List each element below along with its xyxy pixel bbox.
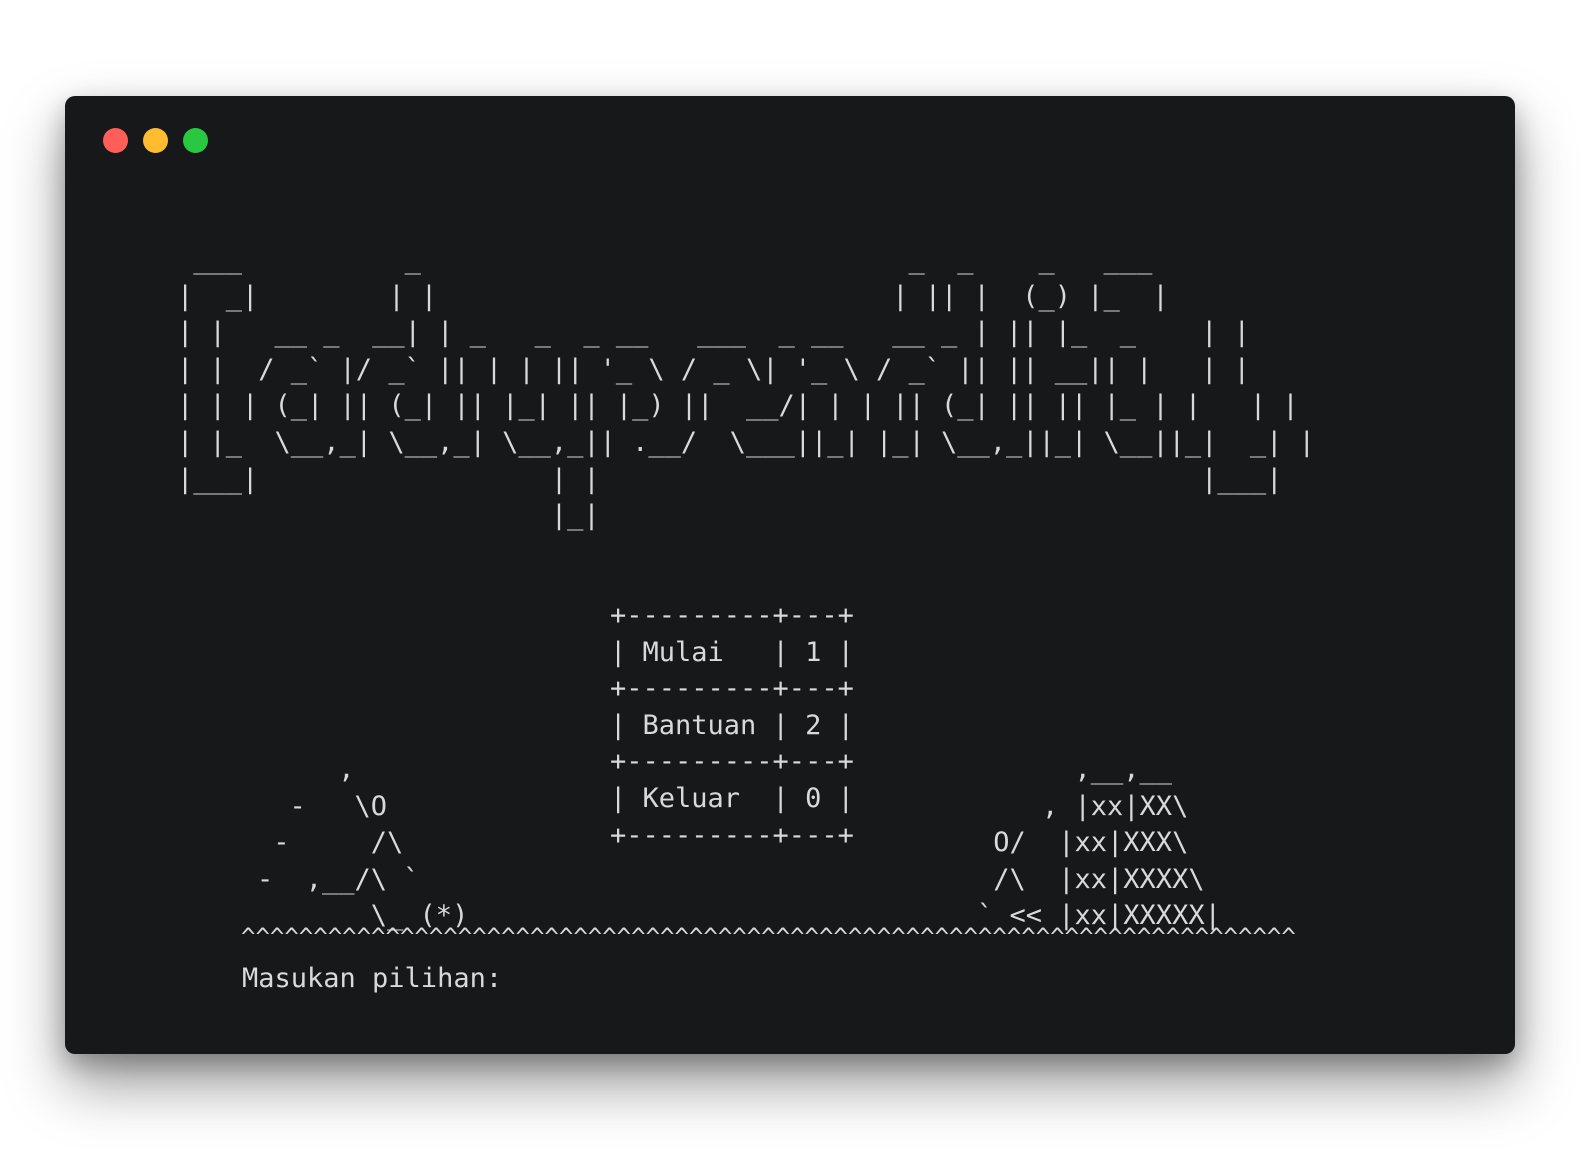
menu-border: +---------+---+	[610, 819, 854, 851]
prompt-row: Masukan pilihan:	[242, 961, 1119, 997]
terminal-window: ___ _ _ _ _ ___ | _| | | | || | (_) |_ |…	[65, 96, 1515, 1054]
snow-ridge-ascii-art: ^^^^^^^^^^^^^^^^^^^^^^^^^^^^^^^^^^^^^^^^…	[241, 923, 1296, 951]
prompt-label: Masukan pilihan:	[242, 963, 503, 994]
skier-ascii-art: , - \O - /\ - ,__/\ ` \_ (*)	[257, 754, 469, 932]
menu-option-bantuan[interactable]: | Bantuan | 2 |	[610, 710, 854, 741]
menu-option-keluar[interactable]: | Keluar | 0 |	[610, 783, 854, 814]
choice-input[interactable]	[518, 963, 1119, 995]
main-menu-table: +---------+---+ | Mulai | 1 | +---------…	[610, 598, 854, 854]
minimize-window-button[interactable]	[143, 128, 168, 153]
maximize-window-button[interactable]	[183, 128, 208, 153]
menu-option-mulai[interactable]: | Mulai | 1 |	[610, 637, 854, 668]
menu-border: +---------+---+	[610, 746, 854, 778]
ascii-banner-title: ___ _ _ _ _ ___ | _| | | | || | (_) |_ |…	[177, 244, 1315, 532]
menu-border: +---------+---+	[610, 673, 854, 705]
chalet-ascii-art: ,__,__ , |xx|XX\ O/ |xx|XXX\ /\ |xx|XXXX…	[977, 754, 1221, 932]
close-window-button[interactable]	[103, 128, 128, 153]
menu-border: +---------+---+	[610, 600, 854, 631]
